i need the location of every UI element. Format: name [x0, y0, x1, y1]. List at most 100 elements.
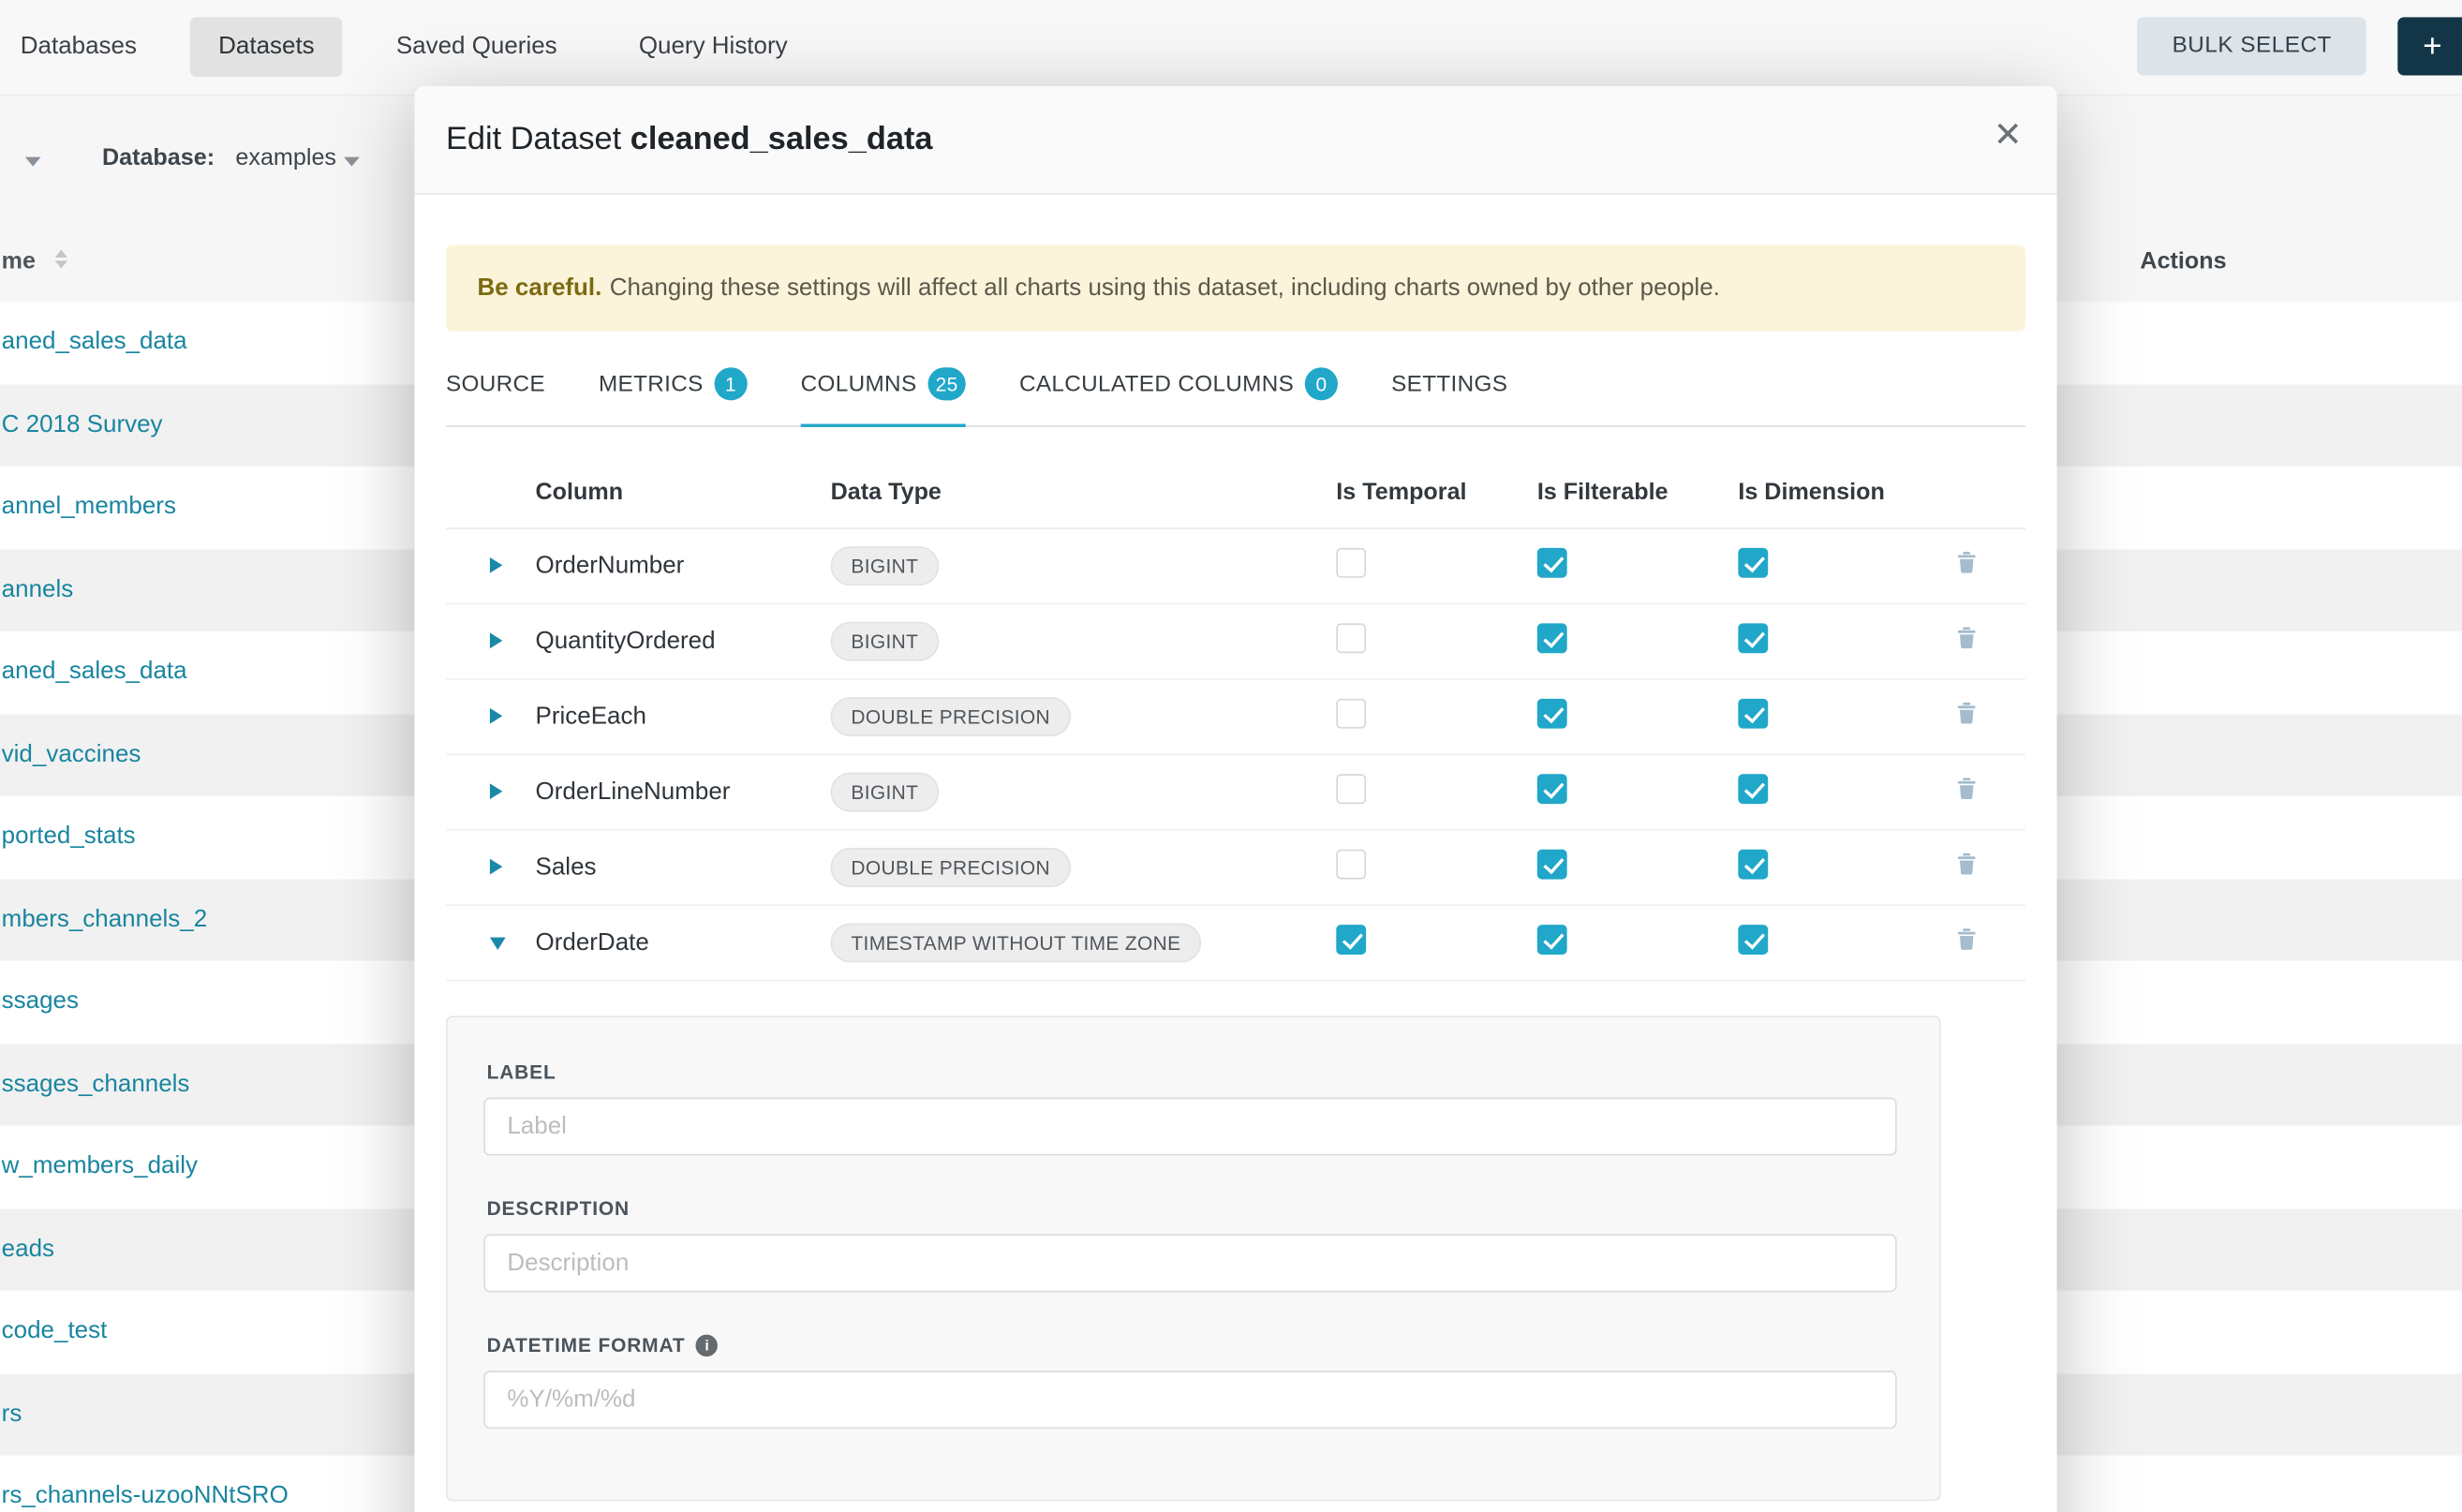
tab-label: COLUMNS — [801, 372, 917, 397]
dataset-link[interactable]: code_test — [0, 1318, 107, 1346]
info-icon[interactable] — [696, 1335, 718, 1356]
column-name: Sales — [536, 854, 597, 881]
actions-column-header: Actions — [2140, 248, 2226, 274]
is-filterable-checkbox[interactable] — [1537, 774, 1567, 804]
dataset-link[interactable]: w_members_daily — [0, 1153, 198, 1181]
is-filterable-checkbox[interactable] — [1537, 623, 1567, 653]
data-type-pill: TIMESTAMP WITHOUT TIME ZONE — [831, 924, 1202, 963]
delete-column-icon[interactable] — [1955, 626, 1979, 651]
is-temporal-checkbox[interactable] — [1336, 774, 1366, 804]
dataset-link[interactable]: ported_stats — [0, 823, 136, 852]
is-temporal-checkbox[interactable] — [1336, 925, 1366, 955]
nav-item-databases[interactable]: Databases — [0, 17, 165, 77]
tab-source[interactable]: SOURCE — [446, 352, 545, 427]
is-dimension-checkbox[interactable] — [1738, 925, 1768, 955]
is-filterable-checkbox[interactable] — [1537, 850, 1567, 880]
expand-caret-icon[interactable] — [490, 557, 502, 573]
expand-caret-icon[interactable] — [490, 859, 502, 875]
nav-item-saved-queries[interactable]: Saved Queries — [368, 17, 586, 77]
dataset-link[interactable]: rs — [0, 1401, 22, 1429]
is-filterable-checkbox[interactable] — [1537, 699, 1567, 729]
field-input[interactable] — [483, 1371, 1896, 1430]
is-temporal-checkbox[interactable] — [1336, 623, 1366, 653]
dataset-link[interactable]: ssages — [0, 988, 79, 1016]
is-filterable-checkbox[interactable] — [1537, 925, 1567, 955]
delete-column-icon[interactable] — [1955, 550, 1979, 575]
delete-column-icon[interactable] — [1955, 926, 1979, 952]
dataset-link[interactable]: aned_sales_data — [0, 659, 187, 687]
is-dimension-checkbox[interactable] — [1738, 548, 1768, 578]
dataset-link[interactable]: eads — [0, 1236, 54, 1264]
delete-column-icon[interactable] — [1955, 777, 1979, 802]
nav-item-datasets[interactable]: Datasets — [190, 17, 343, 77]
is-dimension-checkbox[interactable] — [1738, 774, 1768, 804]
column-editor-panel: LABEL DESCRIPTION DATETIME FORMAT — [446, 1016, 1941, 1502]
column-row: PriceEach DOUBLE PRECISION — [446, 680, 2025, 755]
field-input[interactable] — [483, 1098, 1896, 1156]
field-label: DESCRIPTION — [487, 1198, 630, 1220]
add-dataset-button[interactable]: + — [2397, 17, 2462, 75]
dataset-link[interactable]: C 2018 Survey — [0, 411, 163, 439]
data-type-pill: DOUBLE PRECISION — [831, 698, 1071, 737]
data-type-pill: DOUBLE PRECISION — [831, 849, 1071, 888]
dataset-link[interactable]: rs_channels-uzooNNtSRO — [0, 1483, 289, 1511]
tab-settings[interactable]: SETTINGS — [1391, 352, 1507, 427]
dataset-link[interactable]: aned_sales_data — [0, 329, 187, 357]
warning-bold: Be careful. — [478, 274, 602, 301]
is-temporal-checkbox[interactable] — [1336, 699, 1366, 729]
header-is-dimension: Is Dimension — [1738, 480, 1954, 528]
name-column-header[interactable]: me — [2, 248, 36, 274]
expand-caret-icon[interactable] — [490, 632, 502, 648]
tab-columns[interactable]: COLUMNS 25 — [801, 352, 966, 427]
field-label-row: LABEL — [487, 1062, 1897, 1084]
filter-caret-icon[interactable] — [25, 157, 41, 167]
modal-title: Edit Dataset cleaned_sales_data — [446, 121, 933, 158]
is-dimension-checkbox[interactable] — [1738, 699, 1768, 729]
expand-caret-icon[interactable] — [490, 937, 506, 949]
tab-label: CALCULATED COLUMNS — [1019, 372, 1294, 397]
tab-label: METRICS — [599, 372, 704, 397]
is-temporal-checkbox[interactable] — [1336, 850, 1366, 880]
header-actions-spacer — [1955, 506, 2025, 527]
modal-title-prefix: Edit Dataset — [446, 121, 630, 157]
tab-metrics[interactable]: METRICS1 — [599, 352, 748, 427]
modal-header: Edit Dataset cleaned_sales_data ✕ — [414, 86, 2056, 195]
database-filter-value[interactable]: examples — [235, 144, 336, 170]
is-filterable-checkbox[interactable] — [1537, 548, 1567, 578]
expand-caret-icon[interactable] — [490, 708, 502, 724]
database-caret-icon[interactable] — [344, 157, 360, 167]
warning-text: Changing these settings will affect all … — [610, 274, 1720, 301]
dataset-link[interactable]: vid_vaccines — [0, 741, 141, 769]
header-spacer — [446, 506, 536, 527]
dataset-link[interactable]: annel_members — [0, 494, 176, 522]
dataset-link[interactable]: mbers_channels_2 — [0, 906, 207, 934]
sort-icon[interactable] — [55, 249, 67, 268]
field-label: LABEL — [487, 1062, 556, 1084]
edit-dataset-modal: Edit Dataset cleaned_sales_data ✕ Be car… — [414, 86, 2056, 1512]
header-data-type: Data Type — [831, 480, 1337, 528]
close-icon[interactable]: ✕ — [1994, 118, 2023, 153]
delete-column-icon[interactable] — [1955, 852, 1979, 877]
is-dimension-checkbox[interactable] — [1738, 850, 1768, 880]
column-row: OrderDate TIMESTAMP WITHOUT TIME ZONE — [446, 907, 2025, 982]
bulk-select-button[interactable]: BULK SELECT — [2138, 17, 2366, 75]
field-input[interactable] — [483, 1235, 1896, 1293]
expand-caret-icon[interactable] — [490, 783, 502, 799]
dataset-link[interactable]: annels — [0, 576, 73, 604]
editor-fields: LABEL DESCRIPTION DATETIME FORMAT — [483, 1062, 1896, 1430]
field-label: DATETIME FORMAT — [487, 1335, 686, 1356]
tab-badge: 25 — [927, 368, 966, 401]
column-row: OrderNumber BIGINT — [446, 529, 2025, 604]
data-type-pill: BIGINT — [831, 547, 939, 586]
tab-calculated-columns[interactable]: CALCULATED COLUMNS0 — [1019, 352, 1338, 427]
warning-banner: Be careful. Changing these settings will … — [446, 245, 2025, 332]
columns-table-header: Column Data Type Is Temporal Is Filterab… — [446, 428, 2025, 530]
column-name: PriceEach — [536, 704, 646, 730]
is-dimension-checkbox[interactable] — [1738, 623, 1768, 653]
nav-item-query-history[interactable]: Query History — [611, 17, 816, 77]
delete-column-icon[interactable] — [1955, 701, 1979, 726]
dataset-link[interactable]: ssages_channels — [0, 1071, 189, 1099]
is-temporal-checkbox[interactable] — [1336, 548, 1366, 578]
screen: Databases Datasets Saved Queries Query Hist… — [0, 0, 2462, 1512]
tab-label: SOURCE — [446, 372, 545, 397]
